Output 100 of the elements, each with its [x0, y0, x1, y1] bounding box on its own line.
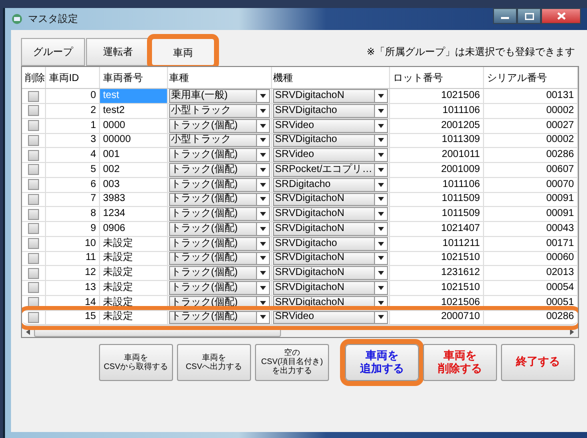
model-dropdown[interactable]: SRVDigitachoN — [273, 192, 388, 206]
action-button[interactable]: 車両を CSVから取得する — [99, 344, 173, 381]
maximize-button[interactable] — [517, 8, 541, 24]
delete-checkbox[interactable] — [28, 150, 39, 161]
delete-checkbox[interactable] — [28, 208, 39, 220]
vehicle-number-cell[interactable]: 未設定 — [100, 296, 168, 310]
model-dropdown[interactable]: SRVDigitachoN — [273, 89, 388, 104]
vehicle-number-cell[interactable]: 未設定 — [100, 252, 168, 266]
model-dropdown[interactable]: SRVDigitacho — [273, 134, 388, 148]
action-button[interactable]: 車両を 削除する — [423, 344, 497, 381]
model-dropdown[interactable]: SRPocket/エコプリ… — [273, 163, 388, 177]
vehicle-number-cell[interactable]: 3983 — [100, 192, 168, 206]
lot-number-cell: 1021407 — [390, 222, 484, 236]
dropdown-arrow-icon — [378, 315, 384, 320]
vehicle-type-dropdown[interactable]: トラック(個配) — [169, 310, 270, 324]
delete-checkbox[interactable] — [28, 194, 39, 205]
vehicle-number-cell[interactable]: 003 — [100, 178, 168, 192]
vehicle-type-dropdown[interactable]: トラック(個配) — [169, 148, 270, 162]
vehicle-number-cell[interactable]: 未設定 — [100, 236, 168, 251]
column-header: 車両ID — [46, 67, 100, 88]
vehicle-number-cell[interactable]: 未設定 — [100, 266, 168, 280]
delete-checkbox[interactable] — [28, 105, 39, 116]
action-button[interactable]: 終了する — [501, 344, 575, 381]
dropdown-arrow-icon — [260, 286, 266, 290]
model-dropdown[interactable]: SRVDigitacho — [273, 236, 388, 251]
delete-checkbox[interactable] — [28, 223, 39, 234]
action-button[interactable]: 空の CSV(項目名付き) を出力する — [255, 344, 329, 381]
serial-number-cell: 02013 — [484, 266, 578, 280]
vehicle-type-dropdown[interactable]: トラック(個配) — [169, 266, 270, 280]
column-header: 機種 — [272, 67, 390, 88]
minimize-button[interactable] — [493, 8, 517, 24]
vehicle-type-dropdown[interactable]: トラック(個配) — [169, 192, 270, 206]
action-button[interactable]: 車両を CSVへ出力する — [177, 344, 251, 381]
vehicle-number-cell[interactable]: test2 — [100, 104, 168, 118]
lot-number-cell: 1021510 — [390, 252, 484, 266]
vehicle-type-dropdown[interactable]: トラック(個配) — [169, 207, 270, 222]
serial-number-cell: 00091 — [484, 207, 578, 222]
tab[interactable]: グループ — [21, 38, 85, 66]
lot-number-cell: 1021510 — [390, 281, 484, 295]
delete-checkbox[interactable] — [28, 134, 39, 146]
model-dropdown[interactable]: SRVDigitachoN — [273, 266, 388, 280]
column-header: ロット番号 — [390, 67, 484, 88]
vehicle-type-dropdown[interactable]: トラック(個配) — [169, 222, 270, 236]
model-dropdown[interactable]: SRVideo — [273, 148, 388, 162]
column-header: 車両番号 — [100, 67, 168, 88]
model-dropdown[interactable]: SRVideo — [273, 118, 388, 133]
delete-checkbox[interactable] — [28, 238, 39, 250]
vehicle-type-dropdown[interactable]: トラック(個配) — [169, 252, 270, 266]
close-icon — [556, 12, 566, 20]
vehicle-type-dropdown[interactable]: トラック(個配) — [169, 163, 270, 177]
vehicle-type-dropdown[interactable]: トラック(個配) — [169, 178, 270, 192]
dropdown-arrow-icon — [260, 242, 266, 246]
model-dropdown[interactable]: SRVDigitacho — [273, 104, 388, 118]
delete-checkbox[interactable] — [28, 179, 39, 190]
delete-checkbox[interactable] — [28, 268, 39, 279]
delete-checkbox[interactable] — [28, 312, 39, 323]
dropdown-arrow-icon — [378, 271, 384, 276]
delete-checkbox[interactable] — [28, 120, 39, 132]
vehicle-id-cell: 6 — [46, 178, 100, 192]
vehicle-type-dropdown[interactable]: 乗用車(一般) — [169, 89, 270, 104]
dropdown-arrow-icon — [260, 315, 266, 320]
vehicle-id-cell: 11 — [46, 252, 100, 266]
model-dropdown[interactable]: SRVDigitachoN — [273, 281, 388, 295]
serial-number-cell: 00171 — [484, 236, 578, 251]
tab[interactable]: 運転者 — [86, 38, 150, 66]
lot-number-cell: 1011106 — [390, 104, 484, 118]
vehicle-type-dropdown[interactable]: トラック(個配) — [169, 118, 270, 133]
delete-checkbox[interactable] — [28, 90, 39, 102]
serial-number-cell: 00070 — [484, 178, 578, 192]
vehicle-number-cell[interactable]: 00000 — [100, 134, 168, 148]
vehicle-number-cell[interactable]: 1234 — [100, 207, 168, 222]
vehicle-type-dropdown[interactable]: 小型トラック — [169, 134, 270, 148]
serial-number-cell: 00027 — [484, 118, 578, 133]
model-dropdown[interactable]: SRVideo — [273, 310, 388, 324]
delete-checkbox[interactable] — [28, 252, 39, 264]
dropdown-arrow-icon — [378, 197, 384, 202]
vehicle-number-cell[interactable]: 002 — [100, 163, 168, 177]
model-dropdown[interactable]: SRVDigitachoN — [273, 222, 388, 236]
scroll-left-icon — [26, 328, 30, 335]
delete-checkbox[interactable] — [28, 164, 39, 176]
close-button[interactable] — [541, 8, 581, 24]
lot-number-cell: 1011509 — [390, 192, 484, 206]
dropdown-arrow-icon — [378, 286, 384, 290]
vehicle-number-cell[interactable]: 未設定 — [100, 310, 168, 324]
lot-number-cell: 1011106 — [390, 178, 484, 192]
app-icon — [11, 13, 23, 25]
vehicle-number-cell[interactable]: 未設定 — [100, 281, 168, 295]
model-dropdown[interactable]: SRVDigitachoN — [273, 207, 388, 222]
vehicle-id-cell: 14 — [46, 296, 100, 310]
vehicle-type-dropdown[interactable]: トラック(個配) — [169, 236, 270, 251]
vehicle-number-cell[interactable]: 0906 — [100, 222, 168, 236]
vehicle-number-cell[interactable]: 001 — [100, 148, 168, 162]
window-title: マスタ設定 — [28, 12, 78, 26]
vehicle-type-dropdown[interactable]: 小型トラック — [169, 104, 270, 118]
model-dropdown[interactable]: SRVDigitachoN — [273, 252, 388, 266]
model-dropdown[interactable]: SRDigitacho — [273, 178, 388, 192]
vehicle-type-dropdown[interactable]: トラック(個配) — [169, 281, 270, 295]
delete-checkbox[interactable] — [28, 282, 39, 294]
serial-number-cell: 00131 — [484, 89, 578, 104]
vehicle-number-cell[interactable]: 0000 — [100, 118, 168, 133]
